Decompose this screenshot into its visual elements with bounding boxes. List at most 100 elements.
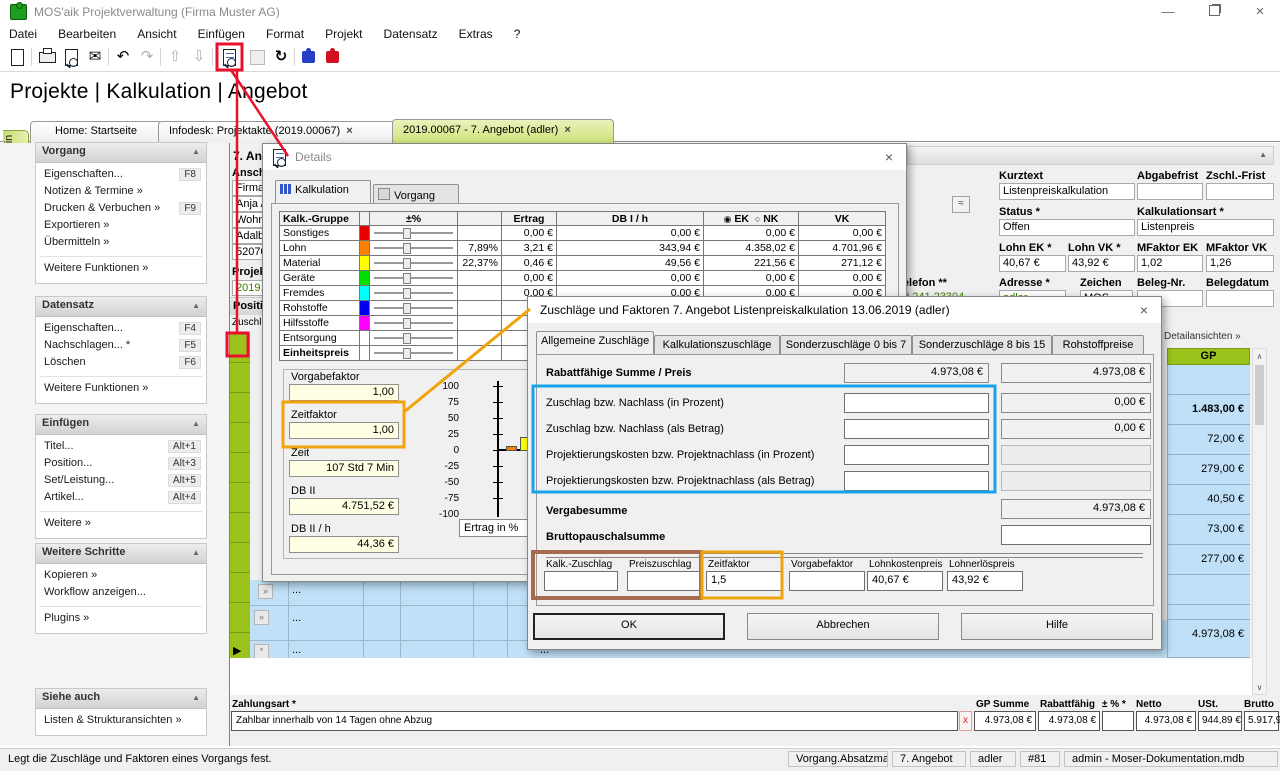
sidebar-item-kopieren[interactable]: Kopieren » [36,568,206,585]
minimize-button[interactable]: — [1146,0,1190,24]
gp-cell[interactable] [1167,605,1250,620]
table-row[interactable]: Material22,37%0,46 €49,56 €221,56 €271,1… [279,256,886,271]
zuschlag-betrag-input[interactable] [844,419,989,439]
tab-vorgang[interactable]: Vorgang [373,184,459,205]
positions-table-fragment[interactable]: » » * ... ... ... [250,580,527,658]
ust-field[interactable]: 944,89 € [1198,711,1242,731]
collapse-icon[interactable]: ▲ [192,301,200,310]
tab-sonderzuschlaege-0-7[interactable]: Sonderzuschläge 0 bis 7 [780,335,912,356]
scroll-up-icon[interactable]: ∧ [1253,349,1266,361]
scrollbar-thumb[interactable] [1255,365,1264,425]
ok-button[interactable]: OK [533,613,725,640]
kalkulationsart-field[interactable]: Listenpreis [1137,219,1274,236]
close-button[interactable]: × [1238,0,1280,24]
menu-hilfe[interactable]: ? [505,24,530,44]
plugin-red-icon[interactable] [322,46,344,68]
plugin-blue-icon[interactable] [298,46,320,68]
gp-column-header[interactable]: GP [1167,348,1250,365]
sidebar-item-weitere-funktionen[interactable]: Weitere Funktionen » [36,261,206,278]
status-field[interactable]: Offen [999,219,1135,236]
abbrechen-button[interactable]: Abbrechen [747,613,939,640]
sidebar-item-position[interactable]: Position...Alt+3 [36,456,206,473]
menu-ansicht[interactable]: Ansicht [128,24,185,44]
mfaktor-vk-field[interactable]: 1,26 [1206,255,1274,272]
gp-cell[interactable]: 40,50 € [1167,485,1250,515]
preiszuschlag-input[interactable] [627,571,701,591]
sidebar-item-plugins[interactable]: Plugins » [36,611,206,628]
sidebar-item-listen[interactable]: Listen & Strukturansichten » [36,713,206,730]
percent-slider[interactable] [370,241,458,256]
sidebar-item-eigenschaften[interactable]: Eigenschaften...F8 [36,167,206,184]
gp-cell[interactable] [1167,365,1250,395]
strasse-field[interactable]: Wohnu [232,212,266,228]
mfaktor-ek-field[interactable]: 1,02 [1137,255,1203,272]
tab-close-icon[interactable]: × [564,124,570,136]
tab-sonderzuschlaege-8-15[interactable]: Sonderzuschläge 8 bis 15 [912,335,1052,356]
lohnkostenpreis-input[interactable]: 40,67 € [867,571,943,591]
menu-einfuegen[interactable]: Einfügen [189,24,254,44]
tab-kalkulationszuschlaege[interactable]: Kalkulationszuschläge [654,335,780,356]
projekt-field[interactable]: 2019.0 [232,280,266,296]
scroll-down-icon[interactable]: ∨ [1253,683,1266,692]
sidebar-item-set-leistung[interactable]: Set/Leistung...Alt+5 [36,473,206,490]
lohn-ek-field[interactable]: 40,67 € [999,255,1066,272]
move-up-icon[interactable]: ⇧ [164,46,186,68]
kalk-zuschlag-input[interactable] [544,571,618,591]
belegdatum-field[interactable] [1206,290,1274,307]
sidebar-item-exportieren[interactable]: Exportieren » [36,218,206,235]
menu-datei[interactable]: Datei [0,24,46,44]
sidebar-item-weitere[interactable]: Weitere » [36,516,206,533]
menu-extras[interactable]: Extras [450,24,502,44]
adresszeile-field[interactable]: Adalbe [232,228,266,244]
netto-field[interactable]: 4.973,08 € [1136,711,1196,731]
abgabefrist-field[interactable] [1137,183,1203,200]
rabattfaehig-field[interactable]: 4.973,08 € [1038,711,1100,731]
close-icon[interactable]: × [1135,301,1153,319]
collapse-icon[interactable]: ▲ [192,147,200,156]
table-row[interactable]: Geräte0,00 €0,00 €0,00 €0,00 € [279,271,886,286]
zahlungsart-field[interactable]: Zahlbar innerhalb von 14 Tagen ohne Abzu… [231,711,958,731]
sidebar-item-uebermitteln[interactable]: Übermitteln » [36,235,206,252]
hilfe-button[interactable]: Hilfe [961,613,1153,640]
refresh-icon[interactable]: ↻ [270,46,292,68]
clear-payment-icon[interactable]: x [959,711,972,731]
restore-button[interactable] [1192,0,1236,24]
expand-button[interactable]: » [258,584,273,599]
print-icon[interactable] [36,46,58,68]
gp-total-cell[interactable]: 4.973,08 € [1167,620,1250,658]
menu-format[interactable]: Format [257,24,313,44]
bruttopauschalsumme-input[interactable] [1001,525,1151,545]
zuschlag-prozent-input[interactable] [844,393,989,413]
gp-cell[interactable]: 1.483,00 € [1167,395,1250,425]
print-preview-icon[interactable] [60,46,82,68]
projektierungskosten-betrag-input[interactable] [844,471,989,491]
row-selector-column[interactable] [230,333,250,658]
menu-bearbeiten[interactable]: Bearbeiten [49,24,125,44]
tab-rohstoffpreise[interactable]: Rohstoffpreise [1052,335,1144,356]
move-down-icon[interactable]: ⇩ [188,46,210,68]
db2-field[interactable]: 4.751,52 € [289,498,399,515]
collapse-icon[interactable]: ▲ [1259,150,1267,159]
brutto-field[interactable]: 5.917,97 € [1244,711,1279,731]
zschl-frist-field[interactable] [1206,183,1274,200]
vorgabefaktor-field[interactable]: 1,00 [289,384,399,401]
sidebar-item-nachschlagen[interactable]: Nachschlagen... *F5 [36,338,206,355]
detailansichten-link[interactable]: Detailansichten » [1164,331,1264,342]
tab-close-icon[interactable]: × [346,125,352,137]
vertical-scrollbar[interactable]: ∧ ∨ [1252,348,1267,695]
name-field[interactable]: Anja A [232,196,266,212]
signature-button[interactable]: ≈ [952,196,970,213]
collapse-icon[interactable]: ▲ [192,548,200,557]
expand-button[interactable]: » [254,610,269,625]
gp-summe-field[interactable]: 4.973,08 € [974,711,1036,731]
sidebar-item-artikel[interactable]: Artikel...Alt+4 [36,490,206,507]
radio-off-icon[interactable]: ○ [755,214,760,224]
vorgabefaktor-bottom-input[interactable] [789,571,865,591]
new-document-icon[interactable] [6,46,28,68]
redo-icon[interactable]: ↷ [136,46,158,68]
menu-projekt[interactable]: Projekt [316,24,371,44]
email-icon[interactable]: ✉ [84,46,106,68]
projektierungskosten-prozent-input[interactable] [844,445,989,465]
sidebar-item-ds-weitere-funktionen[interactable]: Weitere Funktionen » [36,381,206,398]
sidebar-item-drucken[interactable]: Drucken & Verbuchen »F9 [36,201,206,218]
